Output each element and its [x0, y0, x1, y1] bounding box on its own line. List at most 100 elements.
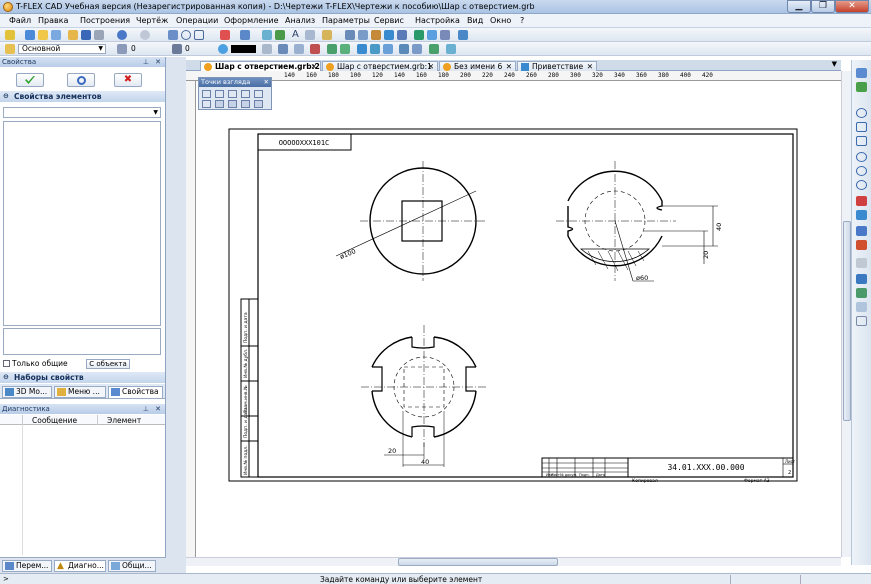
display-icon[interactable]	[262, 44, 272, 54]
snap-tangent-icon[interactable]	[399, 44, 409, 54]
tab-untitled-6[interactable]: Без имени 6 ✕	[439, 61, 516, 71]
zoom-in-icon[interactable]	[856, 108, 867, 118]
tab-variables[interactable]: Перем...	[2, 560, 52, 572]
tab-diagnostics[interactable]: ▲ Диагно...	[54, 560, 106, 572]
zoom-next-icon[interactable]	[856, 180, 867, 190]
menu-analysis[interactable]: Анализ	[285, 16, 315, 25]
menu-settings[interactable]: Настройка	[415, 16, 460, 25]
pin-icon[interactable]: ⊥	[143, 57, 149, 67]
snapshot-icon[interactable]	[856, 302, 867, 312]
sketch-icon[interactable]	[240, 30, 250, 40]
horizontal-scroll-thumb[interactable]	[398, 558, 558, 566]
vertical-scroll-thumb[interactable]	[843, 221, 851, 421]
color-swatch[interactable]	[231, 45, 256, 53]
polygon-icon[interactable]	[194, 30, 204, 40]
snap-perp-icon[interactable]	[412, 44, 422, 54]
command-prompt[interactable]: >	[3, 575, 9, 583]
detail-icon[interactable]	[427, 30, 437, 40]
element-properties-header[interactable]: ⊖ Свойства элементов	[0, 91, 165, 102]
cancel-button[interactable]: ✖	[114, 73, 142, 87]
redraw-icon[interactable]	[856, 226, 867, 236]
redo-icon[interactable]	[140, 30, 150, 40]
tab-3d-model[interactable]: 3D Мо...	[2, 386, 52, 398]
save-icon[interactable]	[81, 30, 91, 40]
snap-node-icon[interactable]	[327, 44, 337, 54]
menu-drawing[interactable]: Чертёж	[136, 16, 168, 25]
col-message[interactable]: Сообщение	[32, 416, 77, 425]
close-button[interactable]: ✕	[835, 0, 869, 13]
rotate-icon[interactable]	[856, 210, 867, 220]
snap-intersect-icon[interactable]	[429, 44, 439, 54]
zoom-fit-icon[interactable]	[856, 122, 867, 132]
view-left-icon[interactable]	[228, 90, 237, 98]
section-icon[interactable]	[414, 30, 424, 40]
snap-icon[interactable]	[310, 44, 320, 54]
from-object-button[interactable]: С объекта	[86, 359, 130, 369]
view-iso2-icon[interactable]	[228, 100, 237, 108]
zoom-prev-icon[interactable]	[856, 166, 867, 176]
title-block-icon[interactable]	[322, 30, 332, 40]
top-view[interactable]: 20 40	[361, 325, 488, 467]
menu-view[interactable]: Вид	[467, 16, 483, 25]
minimize-button[interactable]: ▁	[787, 0, 811, 13]
zoom-all-icon[interactable]	[856, 136, 867, 146]
ok-button[interactable]	[16, 73, 44, 87]
drawing-canvas[interactable]: ОООООХХХ101С Подп. и дата Инв.№ дубл. Вз…	[196, 81, 841, 557]
line-icon[interactable]	[168, 30, 178, 40]
tab-list-icon[interactable]: ▼	[832, 60, 837, 68]
layer-select[interactable]: Основной ▼	[18, 44, 106, 54]
view-iso4-icon[interactable]	[254, 100, 263, 108]
spec-icon[interactable]	[397, 30, 407, 40]
pin-icon[interactable]: ⊥	[143, 404, 149, 414]
tab-welcome[interactable]: Приветствие ✕	[517, 61, 597, 71]
color-icon[interactable]	[218, 44, 228, 54]
layers-icon[interactable]	[5, 44, 15, 54]
menu-parameters[interactable]: Параметры	[322, 16, 370, 25]
tab-common[interactable]: Общи...	[108, 560, 156, 572]
menu-operations[interactable]: Операции	[176, 16, 218, 25]
priority-field[interactable]: 0	[185, 44, 215, 54]
page-icon[interactable]	[856, 316, 867, 326]
view-back-icon[interactable]	[215, 90, 224, 98]
text-icon[interactable]: A	[292, 30, 302, 40]
snap-line-icon[interactable]	[340, 44, 350, 54]
open-icon[interactable]	[68, 30, 78, 40]
tab-document-1[interactable]: Шар с отверстием.grb:1 ✕	[322, 61, 438, 71]
tab-close-icon[interactable]: ✕	[311, 62, 317, 71]
filter-icon[interactable]	[278, 44, 288, 54]
snap-end-icon[interactable]	[446, 44, 456, 54]
only-common-checkbox[interactable]	[3, 360, 10, 367]
view-right-icon[interactable]	[241, 90, 250, 98]
menu-file[interactable]: Файл	[9, 16, 31, 25]
hatch-icon[interactable]	[305, 30, 315, 40]
report-icon[interactable]	[440, 30, 450, 40]
menu-edit[interactable]: Правка	[38, 16, 68, 25]
tab-menu[interactable]: Меню ...	[54, 386, 106, 398]
toolbar-close-icon[interactable]: ✕	[264, 78, 269, 87]
tab-properties[interactable]: Свойства	[108, 386, 163, 398]
maximize-button[interactable]: ❐	[811, 0, 835, 13]
select-icon[interactable]	[294, 44, 304, 54]
undo-icon[interactable]	[117, 30, 127, 40]
variables-icon[interactable]	[458, 30, 468, 40]
print-icon[interactable]	[94, 30, 104, 40]
panel-splitter[interactable]	[166, 57, 186, 573]
snap-circle-icon[interactable]	[357, 44, 367, 54]
view-icon[interactable]	[384, 30, 394, 40]
level-field[interactable]: 0	[131, 44, 169, 54]
panel-close-icon[interactable]: ✕	[155, 57, 161, 67]
table-icon[interactable]	[358, 30, 368, 40]
zoom-out-icon[interactable]	[856, 152, 867, 162]
panel-close-icon[interactable]: ✕	[155, 404, 161, 414]
zoom-check-icon[interactable]	[856, 82, 867, 92]
view-top-icon[interactable]	[254, 90, 263, 98]
zoom-window-icon[interactable]	[856, 68, 867, 78]
horizontal-scrollbar[interactable]	[186, 557, 841, 566]
menu-design[interactable]: Оформление	[224, 16, 279, 25]
front-view[interactable]: ø100	[335, 161, 486, 281]
tab-close-icon[interactable]: ✕	[587, 62, 593, 71]
property-sets-header[interactable]: ⊖ Наборы свойств	[0, 372, 165, 383]
refresh-button[interactable]	[67, 73, 95, 87]
col-element[interactable]: Элемент	[107, 416, 141, 425]
fragment-icon[interactable]	[345, 30, 355, 40]
